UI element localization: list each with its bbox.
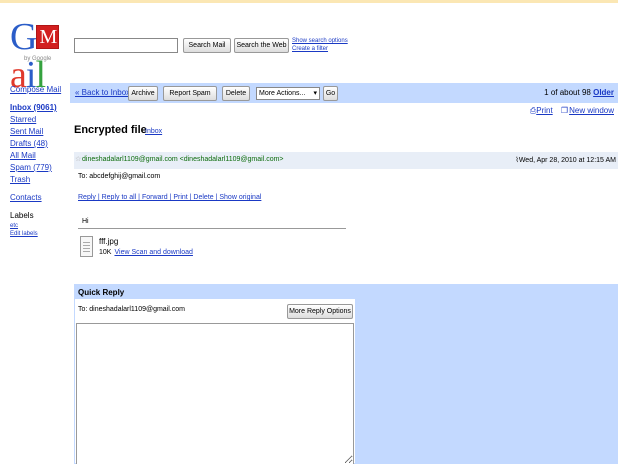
star-icon[interactable]: ☆ bbox=[75, 155, 81, 163]
message-reply-links[interactable]: Reply | Reply to all | Forward | Print |… bbox=[78, 194, 261, 201]
older-link[interactable]: Older bbox=[593, 88, 614, 97]
view-scan-download-link[interactable]: View Scan and download bbox=[114, 249, 192, 256]
new-window-icon: ❐ bbox=[560, 106, 569, 115]
message-date: ⌇Wed, Apr 28, 2010 at 12:15 AM bbox=[515, 157, 616, 164]
sidebar: Compose Mail Inbox (9061) Starred Sent M… bbox=[10, 84, 68, 238]
delete-button[interactable]: Delete bbox=[222, 86, 250, 101]
edit-labels-link[interactable]: Edit labels bbox=[10, 230, 68, 238]
message-header[interactable]: ☆ dineshadalarl1109@gmail.com <dineshada… bbox=[74, 152, 618, 169]
sidebar-item-trash[interactable]: Trash bbox=[10, 174, 68, 186]
more-reply-options-button[interactable]: More Reply Options bbox=[287, 304, 353, 319]
go-button[interactable]: Go bbox=[323, 86, 338, 101]
search-options-links: Show search options Create a filter bbox=[292, 37, 352, 53]
quick-reply-title: Quick Reply bbox=[78, 288, 125, 297]
top-accent-line bbox=[0, 0, 618, 3]
compose-mail-link[interactable]: Compose Mail bbox=[10, 84, 68, 96]
archive-button[interactable]: Archive bbox=[128, 86, 158, 101]
sidebar-item-all-mail[interactable]: All Mail bbox=[10, 150, 68, 162]
labels-heading: Labels bbox=[10, 211, 34, 220]
sidebar-item-inbox[interactable]: Inbox (9061) bbox=[10, 102, 68, 114]
inbox-label-tag[interactable]: Inbox bbox=[145, 128, 162, 135]
more-actions-select[interactable]: More Actions... ▾ bbox=[256, 87, 320, 100]
gmail-logo[interactable]: G Mail by Google bbox=[10, 18, 72, 94]
sidebar-item-spam[interactable]: Spam (779) bbox=[10, 162, 68, 174]
message-body-greeting: Hi bbox=[82, 218, 89, 225]
chevron-down-icon: ▾ bbox=[313, 90, 317, 97]
show-search-options-link[interactable]: Show search options bbox=[292, 37, 352, 45]
sidebar-item-starred[interactable]: Starred bbox=[10, 114, 68, 126]
search-mail-button[interactable]: Search Mail bbox=[183, 38, 231, 53]
print-link[interactable]: Print bbox=[536, 106, 552, 115]
report-spam-button[interactable]: Report Spam bbox=[163, 86, 217, 101]
message-count: 1 of about 98 Older bbox=[544, 88, 614, 97]
attachment-name: fff.jpg bbox=[99, 237, 119, 246]
message-actions: ⎙Print ❐New window bbox=[524, 106, 614, 116]
search-web-button[interactable]: Search the Web bbox=[234, 38, 289, 53]
sidebar-item-sent[interactable]: Sent Mail bbox=[10, 126, 68, 138]
sidebar-item-drafts[interactable]: Drafts (48) bbox=[10, 138, 68, 150]
logo-subtitle: by Google bbox=[24, 56, 52, 62]
quick-reply-to: To: dineshadalarl1109@gmail.com bbox=[78, 306, 185, 313]
back-to-inbox-link[interactable]: « Back to Inbox bbox=[75, 88, 130, 97]
search-input[interactable] bbox=[74, 38, 178, 53]
quick-reply-textarea[interactable] bbox=[76, 323, 354, 464]
attachment-divider bbox=[78, 228, 346, 229]
file-icon bbox=[80, 236, 93, 257]
contacts-link[interactable]: Contacts bbox=[10, 192, 68, 204]
new-window-link[interactable]: New window bbox=[569, 106, 614, 115]
recipient-line: To: abcdefghij@gmail.com bbox=[78, 173, 161, 180]
create-filter-link[interactable]: Create a filter bbox=[292, 45, 352, 53]
label-item[interactable]: etc bbox=[10, 222, 68, 230]
sender: dineshadalarl1109@gmail.com <dineshadala… bbox=[82, 156, 284, 163]
attachment-info: 10K View Scan and download bbox=[99, 249, 193, 256]
message-subject: Encrypted file bbox=[74, 124, 147, 136]
